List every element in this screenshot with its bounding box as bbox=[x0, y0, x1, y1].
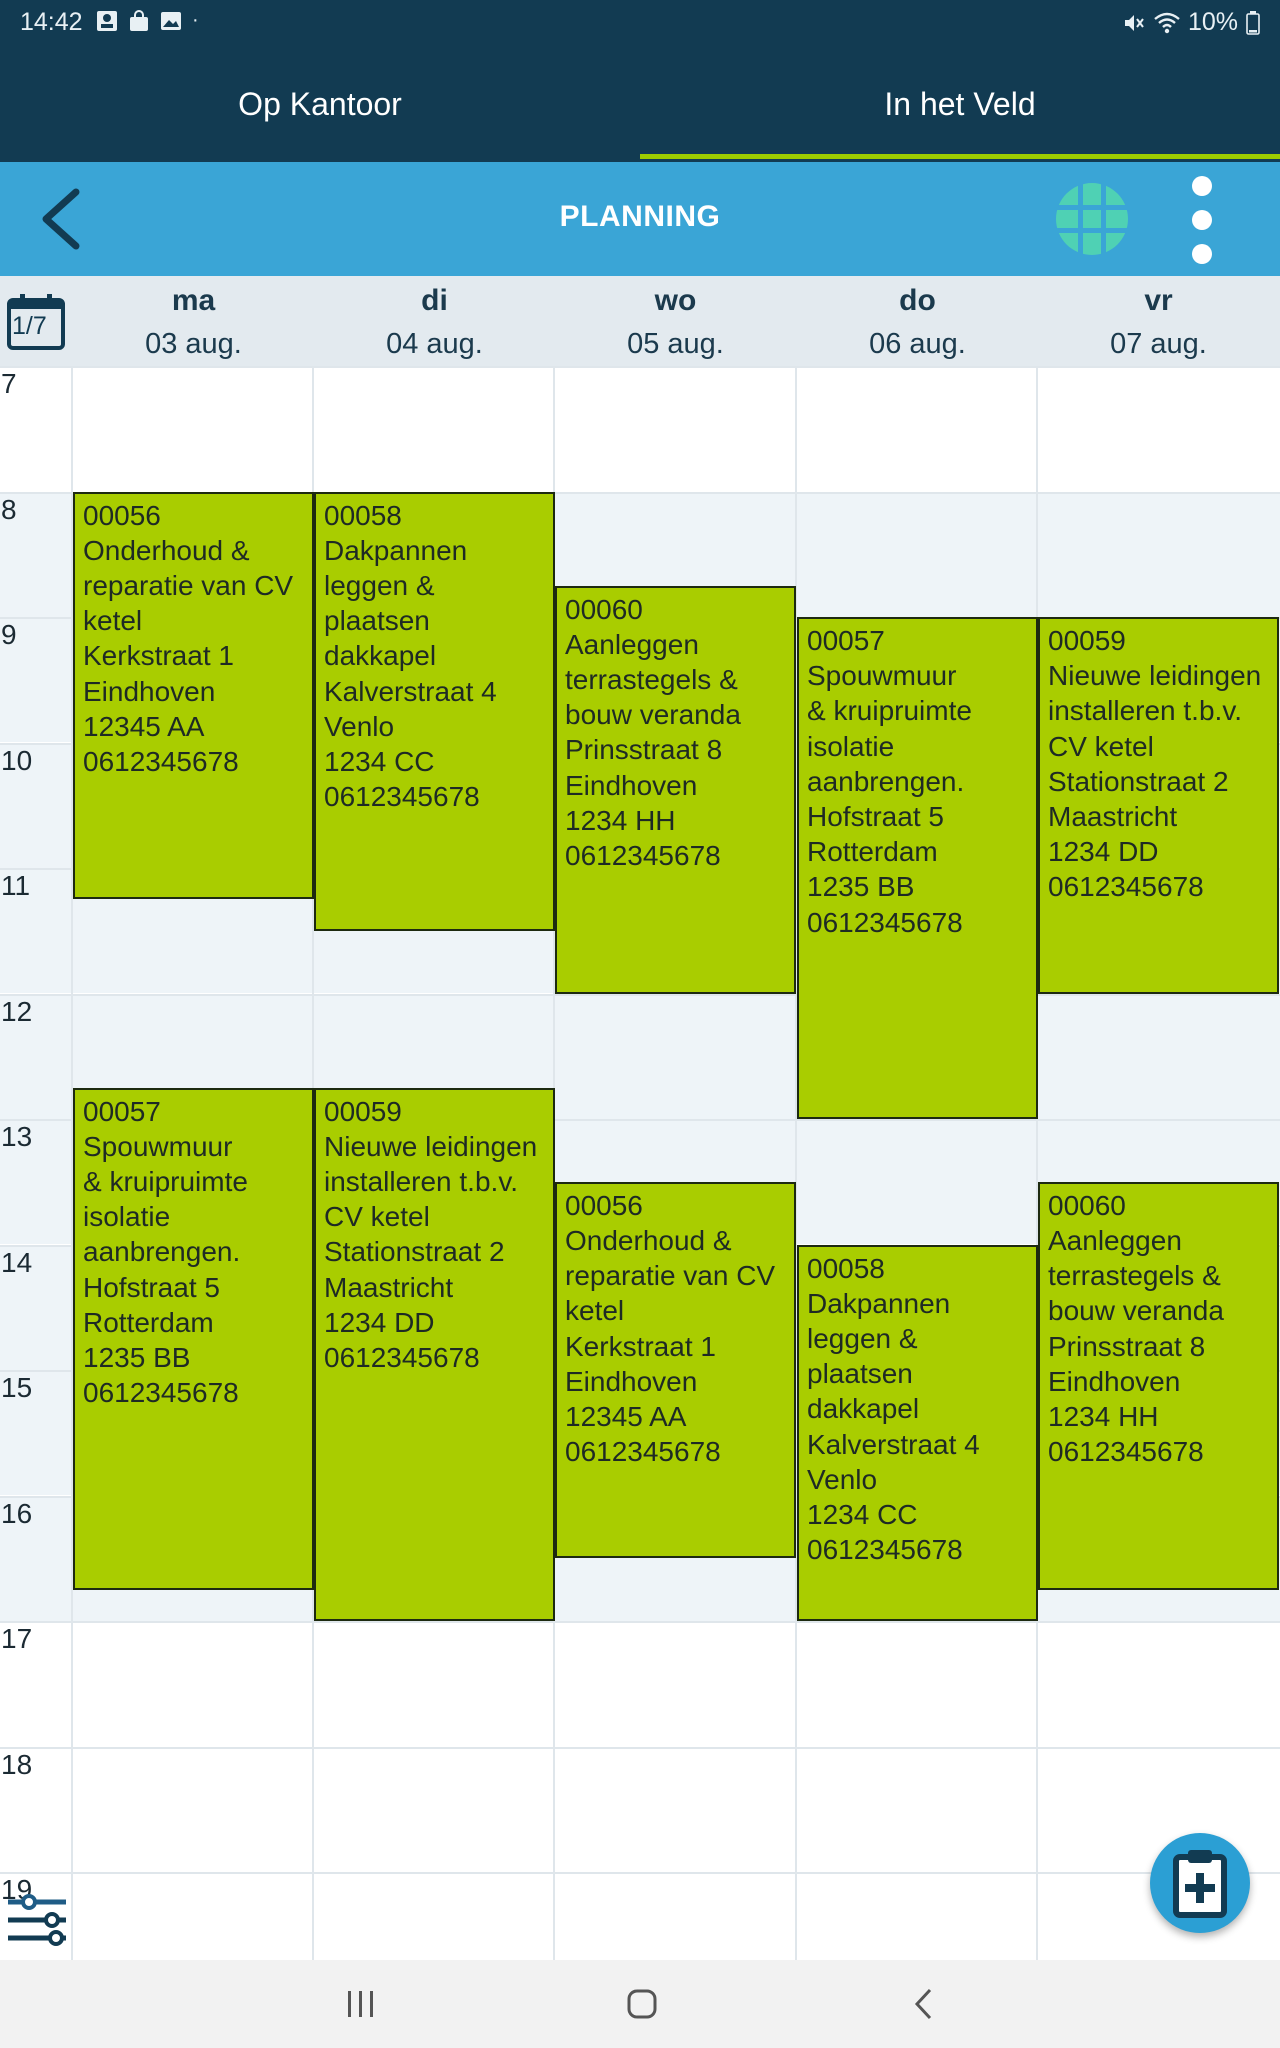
day-date: 06 aug. bbox=[869, 328, 966, 360]
column-divider bbox=[1036, 366, 1038, 1960]
appointment-card[interactable]: 00059 Nieuwe leidingen installeren t.b.v… bbox=[1038, 617, 1279, 994]
hour-label: 10 bbox=[1, 744, 33, 776]
app-bar: PLANNING bbox=[0, 162, 1280, 276]
wifi-icon bbox=[1154, 12, 1180, 33]
day-header-do[interactable]: do 06 aug. bbox=[797, 276, 1038, 361]
hour-row-17[interactable] bbox=[0, 1621, 1280, 1746]
battery-icon bbox=[1246, 10, 1260, 35]
week-day-header: 1/7 ma 03 aug. di 04 aug. wo 05 aug. do 06 aug.… bbox=[0, 276, 1280, 366]
day-date: 07 aug. bbox=[1110, 328, 1207, 360]
day-name: wo bbox=[654, 284, 697, 317]
battery-level: 10% bbox=[1187, 8, 1238, 36]
hour-label: 7 bbox=[1, 368, 17, 399]
add-appointment-button[interactable] bbox=[1150, 1833, 1250, 1933]
day-header-ma[interactable]: ma 03 aug. bbox=[73, 276, 314, 361]
appointment-card[interactable]: 00058 Dakpannen leggen & plaatsen dakkap… bbox=[797, 1244, 1038, 1621]
more-options-icon[interactable] bbox=[1186, 172, 1218, 268]
status-time: 14:42 bbox=[20, 8, 83, 36]
hour-label: 15 bbox=[1, 1372, 33, 1403]
recent-apps-icon[interactable] bbox=[344, 1988, 378, 2020]
day-name: ma bbox=[171, 284, 216, 317]
hour-label: 13 bbox=[1, 1121, 33, 1152]
hour-label: 18 bbox=[1, 1748, 33, 1780]
day-header-di[interactable]: di 04 aug. bbox=[314, 276, 555, 361]
hour-row-7[interactable] bbox=[0, 366, 1280, 491]
hour-label: 16 bbox=[1, 1497, 33, 1529]
hour-label: 12 bbox=[1, 995, 33, 1027]
appointment-card[interactable]: 00057 Spouwmuur & kruipruimte isolatie a… bbox=[73, 1087, 314, 1590]
appointment-card[interactable]: 00057 Spouwmuur & kruipruimte isolatie a… bbox=[797, 617, 1038, 1119]
appointment-card[interactable]: 00056 Onderhoud & reparatie van CV ketel… bbox=[73, 491, 314, 900]
grid-view-icon[interactable] bbox=[1054, 181, 1130, 257]
notification-contact-icon bbox=[97, 10, 117, 31]
tab-bar: Op Kantoor In het Veld bbox=[0, 46, 1280, 162]
system-navigation-bar bbox=[0, 1960, 1280, 2048]
active-tab-indicator bbox=[640, 154, 1280, 159]
calendar-grid: 7 8 9 10 11 12 13 14 15 16 17 18 19 00056 Onderhoud &… bbox=[0, 366, 1280, 1997]
day-name: vr bbox=[1144, 284, 1173, 317]
day-name: do bbox=[899, 284, 936, 317]
tab-in-het-veld[interactable]: In het Veld bbox=[640, 86, 1280, 123]
day-name: di bbox=[421, 284, 448, 317]
day-header-wo[interactable]: wo 05 aug. bbox=[555, 276, 796, 361]
appointment-card[interactable]: 00060 Aanleggen terrastegels & bouw vera… bbox=[1038, 1181, 1279, 1590]
appointment-card[interactable]: 00059 Nieuwe leidingen installeren t.b.v… bbox=[314, 1087, 555, 1621]
hour-label: 9 bbox=[1, 619, 17, 650]
tab-op-kantoor[interactable]: Op Kantoor bbox=[0, 86, 640, 123]
hour-label: 11 bbox=[1, 870, 31, 901]
day-date: 05 aug. bbox=[627, 328, 724, 360]
week-indicator[interactable]: 1/7 bbox=[6, 292, 66, 352]
day-header-vr[interactable]: vr 07 aug. bbox=[1038, 276, 1279, 361]
day-date: 04 aug. bbox=[386, 328, 483, 360]
day-date: 03 aug. bbox=[145, 328, 242, 360]
appointment-card[interactable]: 00056 Onderhoud & reparatie van CV ketel… bbox=[555, 1181, 796, 1559]
filter-icon[interactable] bbox=[4, 1892, 68, 1948]
hour-label: 14 bbox=[1, 1246, 33, 1278]
appointment-card[interactable]: 00060 Aanleggen terrastegels & bouw vera… bbox=[555, 585, 796, 994]
week-badge: 1/7 bbox=[12, 312, 47, 340]
notification-dot-icon: · bbox=[192, 9, 199, 31]
status-bar: 14:42 · 10% bbox=[0, 0, 1280, 46]
home-icon[interactable] bbox=[626, 1988, 658, 2020]
hour-row-18[interactable] bbox=[0, 1746, 1280, 1872]
back-icon[interactable] bbox=[910, 1987, 940, 2021]
clipboard-add-icon bbox=[1173, 1850, 1227, 1918]
hour-label: 17 bbox=[1, 1623, 33, 1654]
notification-image-icon bbox=[161, 11, 181, 30]
mute-icon bbox=[1124, 14, 1144, 31]
notification-bag-icon bbox=[130, 9, 148, 31]
hour-label: 8 bbox=[1, 493, 17, 525]
appointment-card[interactable]: 00058 Dakpannen leggen & plaatsen dakkap… bbox=[314, 491, 555, 931]
